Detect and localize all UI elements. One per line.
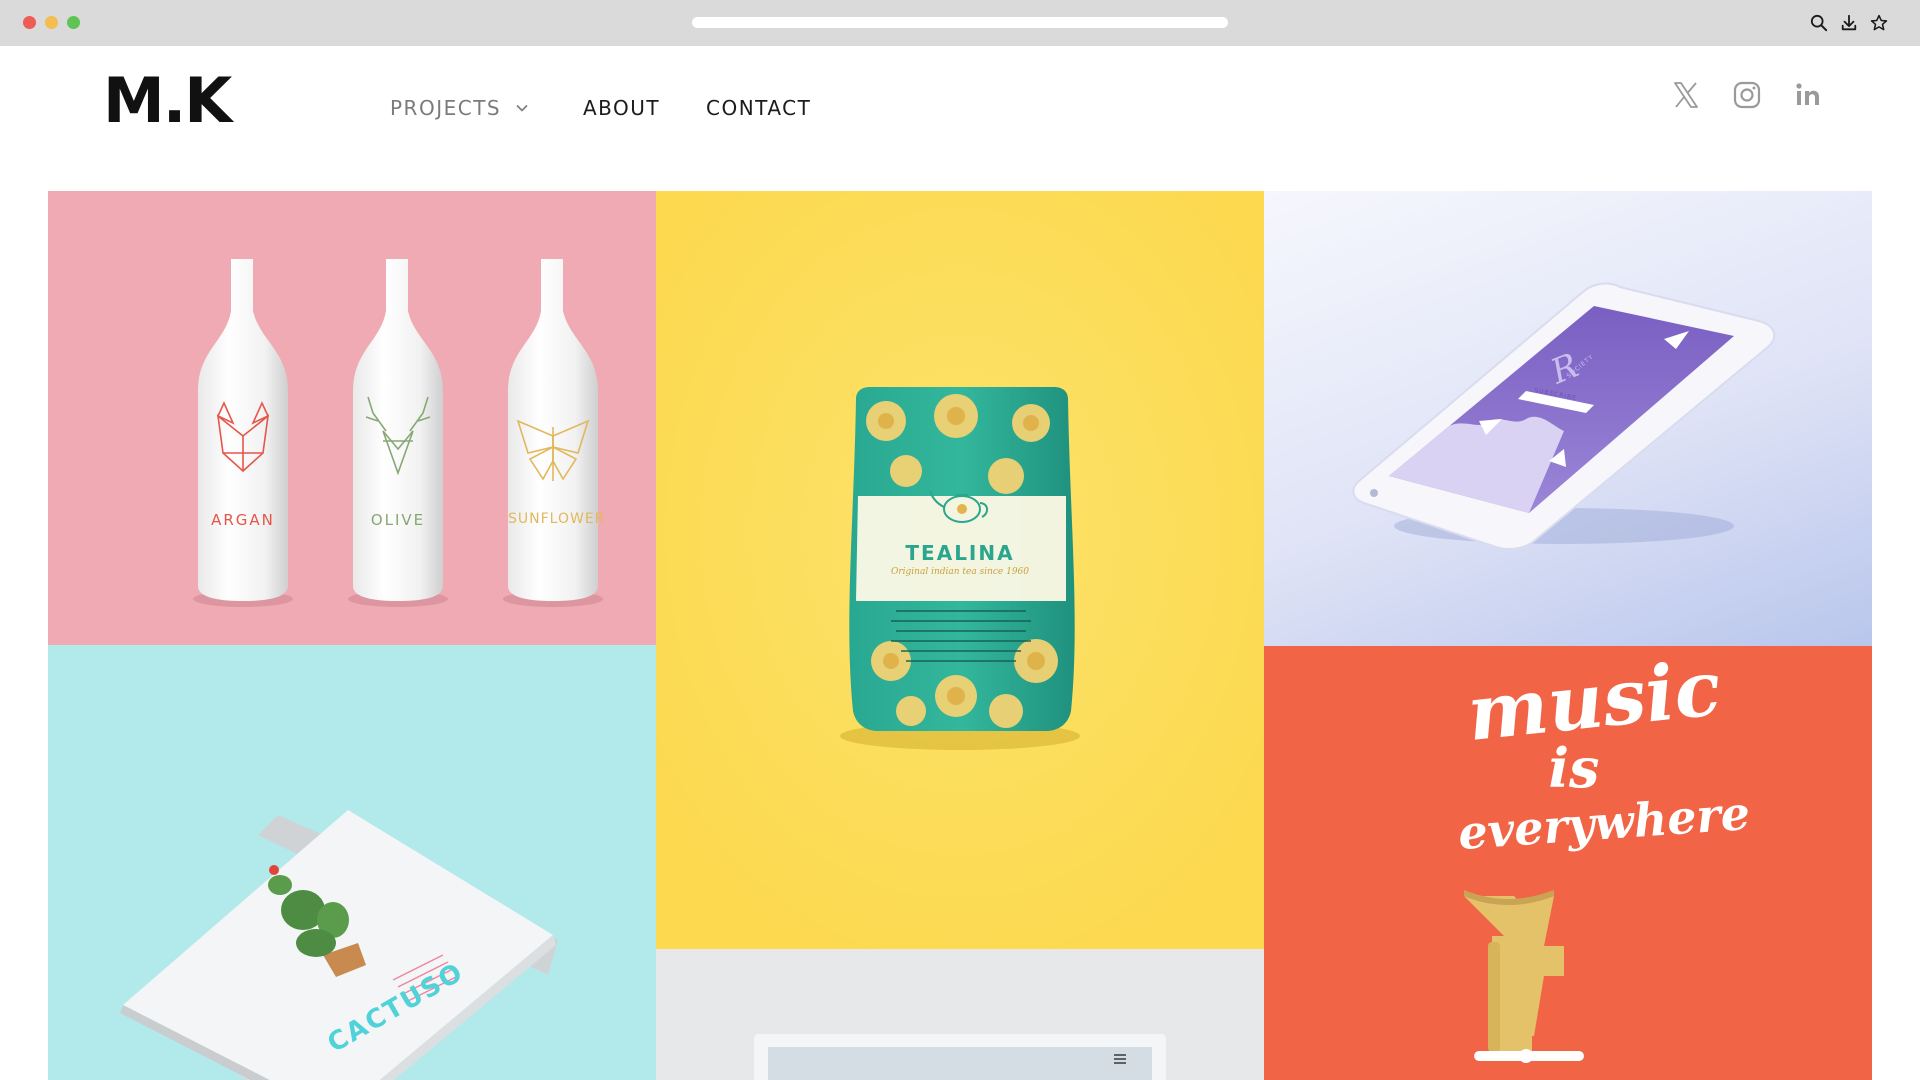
bottle-label-olive: OLIVE bbox=[370, 511, 426, 529]
nav-projects[interactable]: PROJECTS bbox=[390, 96, 529, 120]
project-tile-cactuso[interactable]: CACTUSO bbox=[48, 645, 656, 1080]
x-icon[interactable] bbox=[1669, 78, 1703, 112]
project-tile-music[interactable]: music is everywhere bbox=[1264, 646, 1872, 1080]
project-gallery: ARGAN OLIVE SUNFLOWER TEALINA Original i… bbox=[48, 191, 1872, 1080]
nav-contact[interactable]: CONTACT bbox=[706, 96, 811, 120]
maximize-window-button[interactable] bbox=[67, 16, 80, 29]
close-window-button[interactable] bbox=[23, 16, 36, 29]
project-tile-society-app[interactable]: R SOCIETY SUBSCRIBE bbox=[1264, 191, 1872, 646]
tea-brand-label: TEALINA bbox=[905, 541, 1015, 565]
linkedin-icon[interactable] bbox=[1791, 78, 1825, 112]
bottles-image bbox=[193, 259, 603, 607]
music-subtitle-is: is bbox=[1548, 736, 1600, 800]
phone-mockup-image bbox=[1352, 282, 1776, 550]
site-header: M.K PROJECTS ABOUT CONTACT bbox=[0, 46, 1920, 191]
star-icon[interactable] bbox=[1868, 12, 1890, 34]
tea-tagline: Original indian tea since 1960 bbox=[890, 567, 1030, 577]
nav-projects-label: PROJECTS bbox=[390, 96, 502, 120]
web-mockup-image bbox=[754, 1034, 1166, 1080]
instagram-icon[interactable] bbox=[1730, 78, 1764, 112]
nav-about[interactable]: ABOUT bbox=[583, 96, 660, 120]
browser-toolbar bbox=[0, 0, 1920, 46]
minimize-window-button[interactable] bbox=[45, 16, 58, 29]
project-tile-web-mockup[interactable] bbox=[656, 949, 1264, 1080]
bottle-label-sunflower: SUNFLOWER bbox=[508, 511, 606, 527]
site-logo[interactable]: M.K bbox=[103, 70, 232, 132]
bottle-label-argan: ARGAN bbox=[211, 511, 275, 529]
address-bar[interactable] bbox=[692, 17, 1228, 28]
chevron-down-icon bbox=[516, 104, 528, 112]
project-tile-tealina[interactable]: TEALINA Original indian tea since 1960 bbox=[656, 191, 1264, 949]
project-tile-bottles[interactable]: ARGAN OLIVE SUNFLOWER bbox=[48, 191, 656, 645]
download-icon[interactable] bbox=[1838, 12, 1860, 34]
search-icon[interactable] bbox=[1808, 12, 1830, 34]
